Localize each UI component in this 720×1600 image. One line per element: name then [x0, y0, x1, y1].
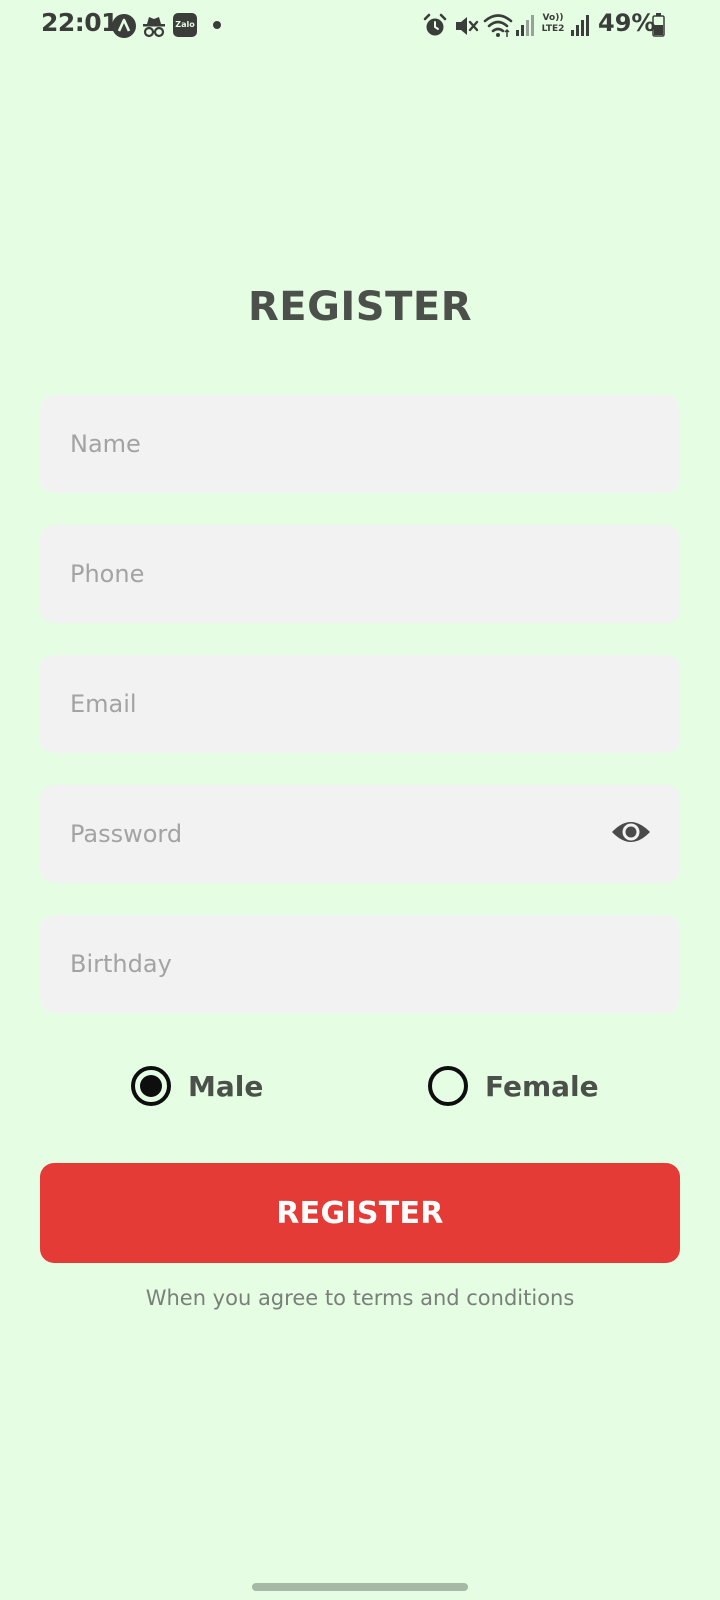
gender-label-female: Female — [485, 1069, 599, 1103]
radio-dot — [140, 1075, 162, 1097]
status-bar: 22:01 Zalo Vo)) LTE2 49% — [0, 0, 720, 54]
phone-field[interactable] — [40, 525, 680, 623]
password-field[interactable] — [40, 785, 680, 883]
radio-selected-icon[interactable] — [131, 1066, 171, 1106]
incognito-icon — [143, 17, 165, 38]
signal-icon — [571, 15, 589, 36]
terms-text: When you agree to terms and conditions — [145, 1286, 575, 1310]
gender-label-male: Male — [188, 1069, 264, 1103]
name-input[interactable] — [40, 395, 680, 493]
status-time: 22:01 — [41, 8, 119, 37]
radio-unselected-icon[interactable] — [428, 1066, 468, 1106]
signal-icon — [516, 15, 534, 36]
name-field[interactable] — [40, 395, 680, 493]
birthday-input[interactable] — [40, 915, 680, 1013]
volte-label: Vo)) LTE2 — [541, 13, 565, 34]
battery-percent: 49% — [598, 9, 656, 37]
register-button[interactable]: REGISTER — [40, 1163, 680, 1263]
email-field[interactable] — [40, 655, 680, 753]
register-screen: 22:01 Zalo Vo)) LTE2 49% REGISTER Name P… — [0, 0, 720, 1600]
wifi-icon — [483, 14, 513, 37]
gender-radio-male[interactable]: Male — [131, 1064, 263, 1108]
zalo-icon: Zalo — [173, 13, 197, 37]
battery-icon — [652, 13, 665, 37]
eye-icon[interactable] — [610, 816, 652, 848]
mute-icon — [456, 17, 479, 35]
navigation-app-icon — [112, 14, 136, 38]
page-title: REGISTER — [247, 284, 473, 330]
zalo-label: Zalo — [175, 20, 195, 29]
home-indicator[interactable] — [252, 1583, 468, 1591]
email-input[interactable] — [40, 655, 680, 753]
gender-radio-female[interactable]: Female — [428, 1064, 599, 1108]
notification-dot-icon — [213, 21, 221, 29]
alarm-icon — [423, 13, 447, 36]
birthday-field[interactable] — [40, 915, 680, 1013]
phone-input[interactable] — [40, 525, 680, 623]
password-input[interactable] — [40, 785, 680, 883]
volte-icon: Vo)) LTE2 — [538, 13, 568, 35]
